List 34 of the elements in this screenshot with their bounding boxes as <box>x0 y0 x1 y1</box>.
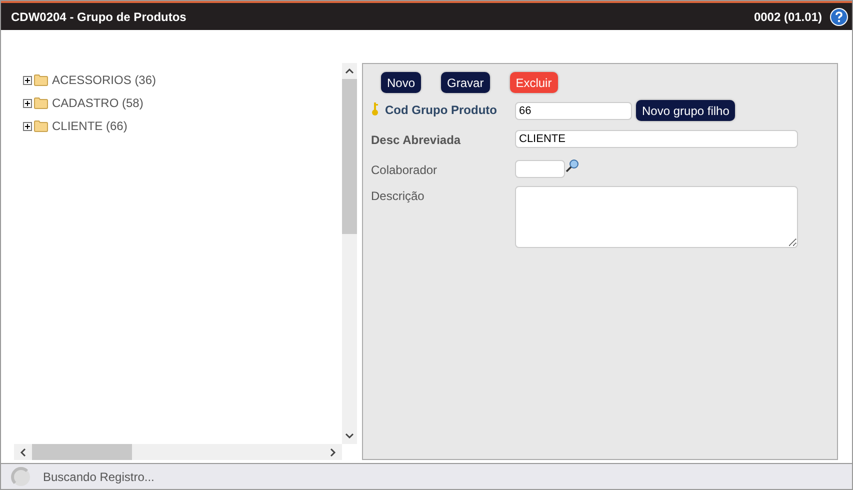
horizontal-scrollbar[interactable] <box>14 444 342 460</box>
status-text: Buscando Registro... <box>43 470 154 484</box>
text-field[interactable]: CLIENTE <box>515 130 798 148</box>
delete-button[interactable]: Excluir <box>510 72 558 93</box>
action-button[interactable]: Novo <box>381 72 422 93</box>
vertical-scrollbar[interactable] <box>342 63 357 444</box>
expand-icon[interactable] <box>23 122 32 130</box>
expand-icon[interactable] <box>23 98 32 108</box>
field-label: Desc Abreviada <box>371 132 461 147</box>
scroll-down-icon[interactable] <box>345 433 354 439</box>
tree-item[interactable]: ACESSORIOS (36) <box>52 73 156 87</box>
tree-item[interactable]: CLIENTE (66) <box>52 119 128 133</box>
lookup-field[interactable] <box>515 160 565 178</box>
field-label: Descrição <box>371 188 424 203</box>
key-icon <box>371 102 379 116</box>
window-title: CDW0204 - Grupo de Produtos <box>11 10 188 24</box>
code-field[interactable]: 66 <box>515 102 632 120</box>
search-icon[interactable] <box>565 159 579 173</box>
action-button[interactable]: Gravar <box>441 72 490 93</box>
scroll-right-icon[interactable] <box>330 448 336 456</box>
scroll-left-icon[interactable] <box>20 448 26 456</box>
folder-icon <box>34 97 48 109</box>
spinner-icon <box>11 466 31 486</box>
field-label: Cod Grupo Produto <box>385 102 497 117</box>
folder-icon <box>34 120 48 132</box>
description-field[interactable] <box>515 186 798 248</box>
scroll-up-icon[interactable] <box>345 68 354 74</box>
tree-item[interactable]: CADASTRO (58) <box>52 96 144 110</box>
new-child-button[interactable]: Novo grupo filho <box>636 100 736 121</box>
expand-icon[interactable] <box>23 76 32 84</box>
help-icon[interactable] <box>830 8 848 26</box>
field-label: Colaborador <box>371 162 438 177</box>
folder-icon <box>34 74 48 86</box>
version-label: 0002 (01.01) <box>754 10 822 24</box>
